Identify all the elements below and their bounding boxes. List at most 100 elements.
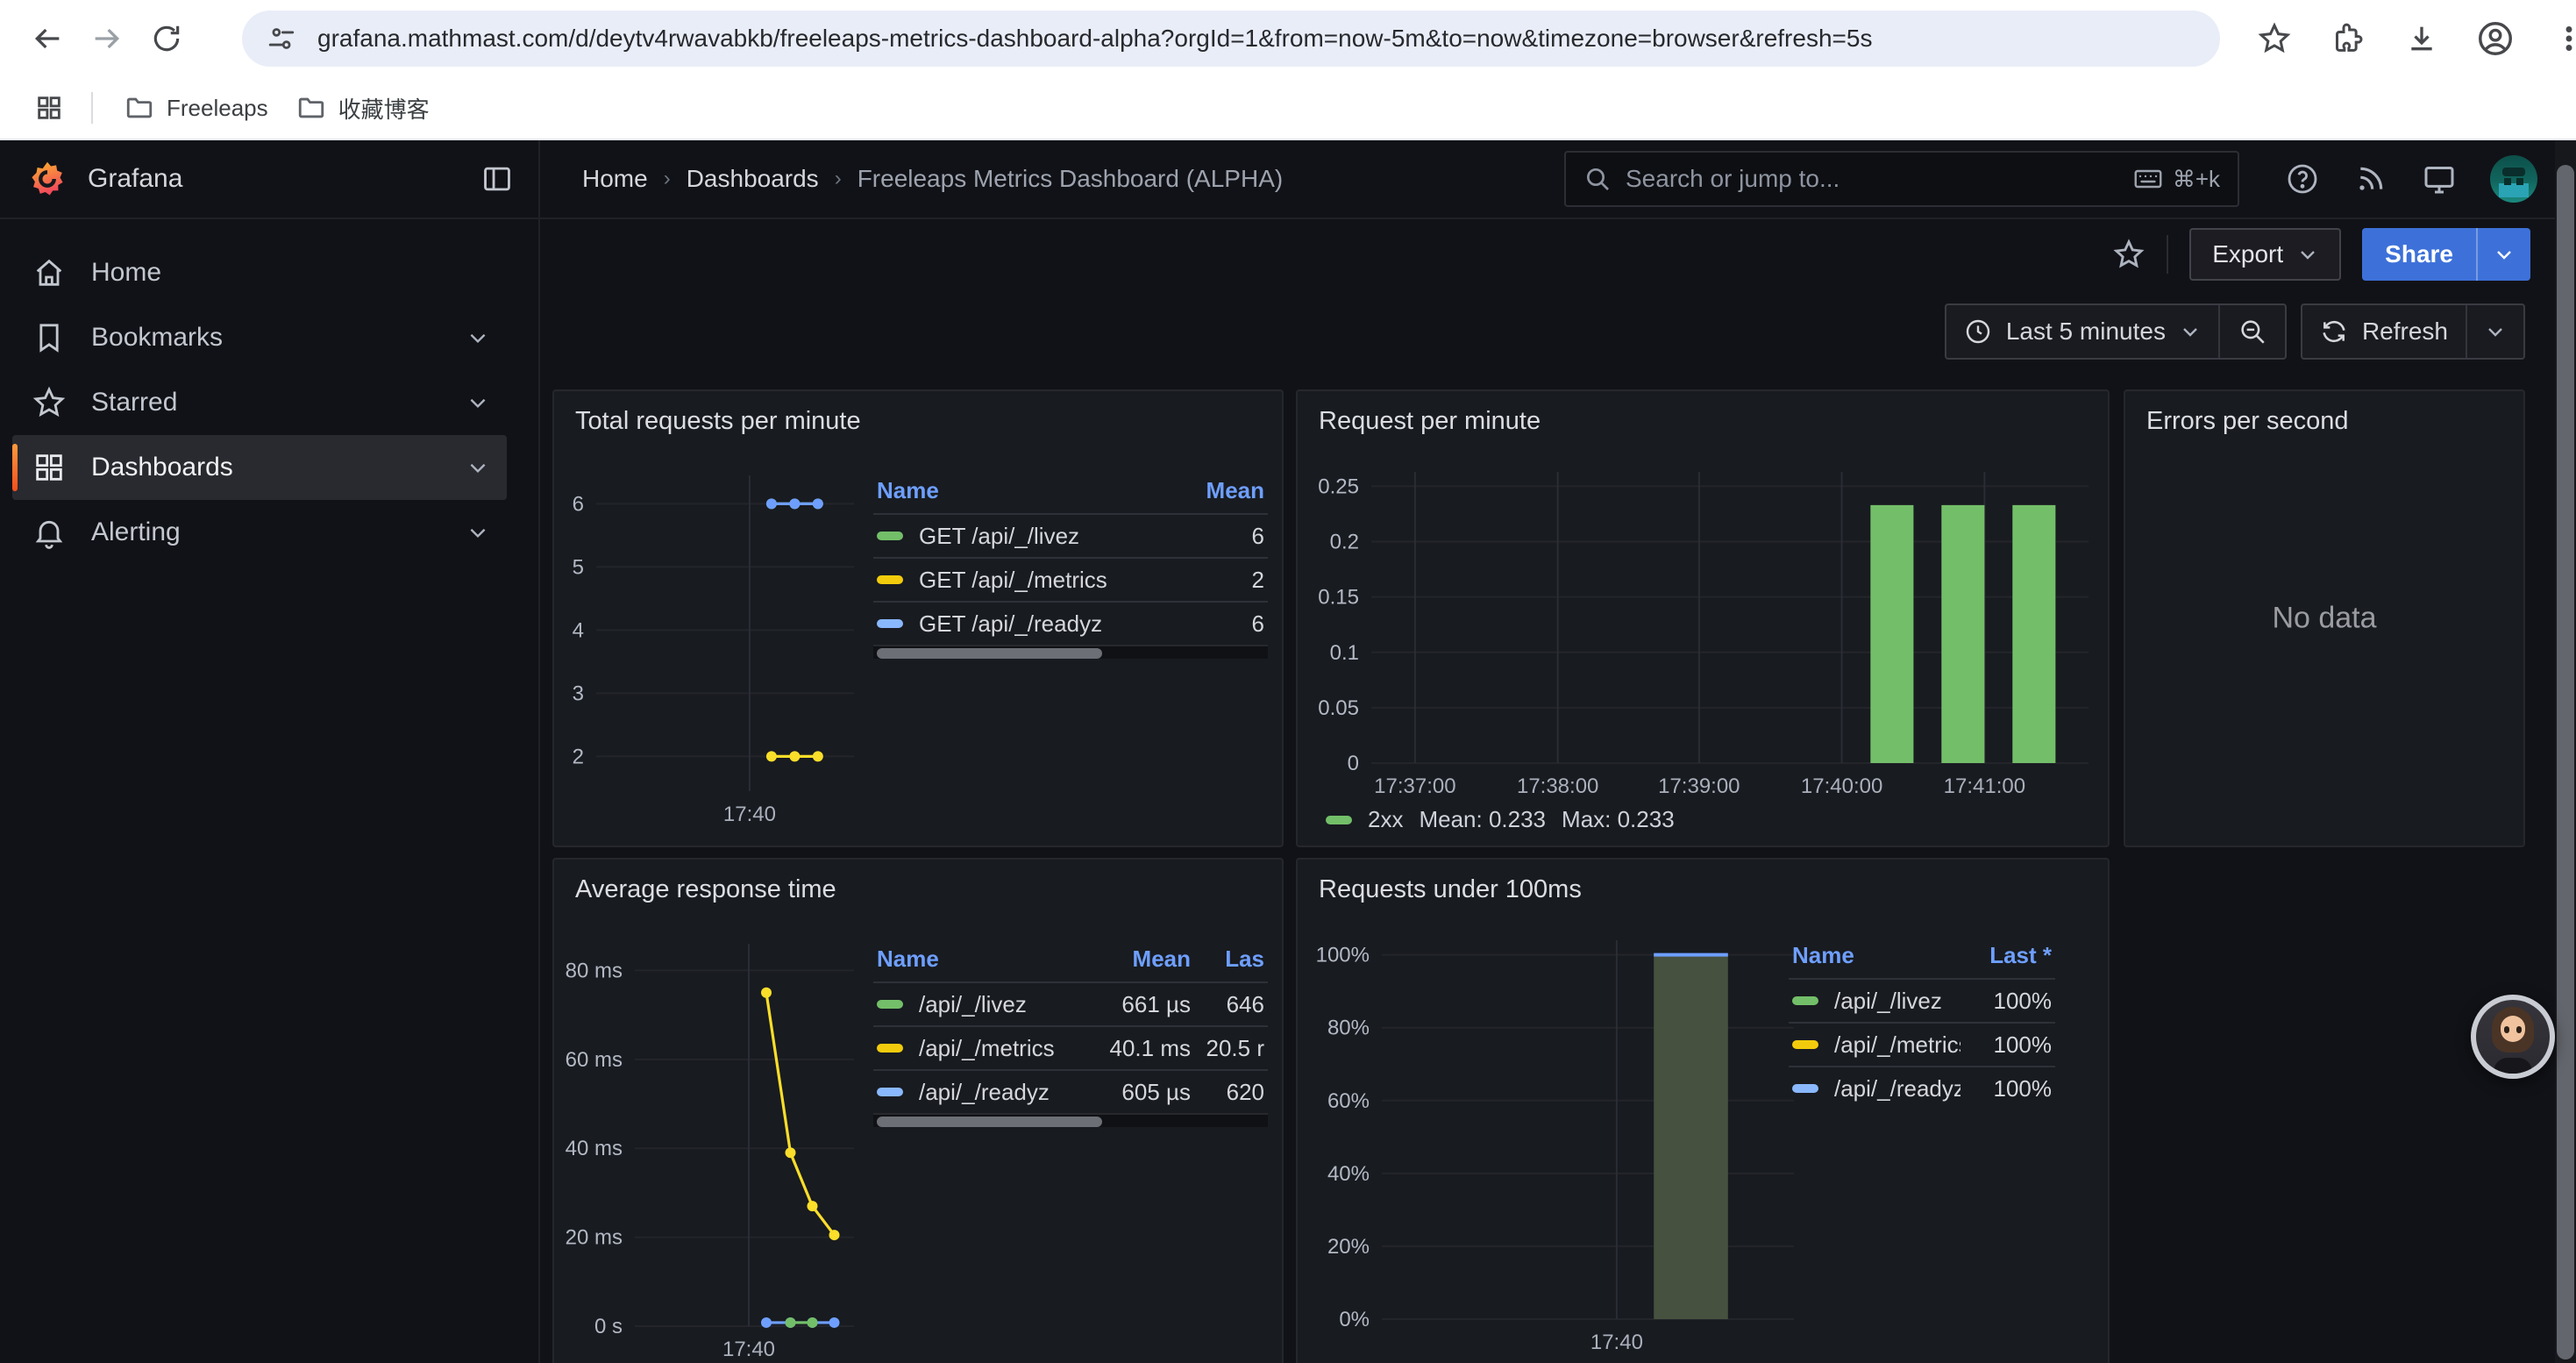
series-name[interactable]: /api/_/metrics	[1834, 1031, 1960, 1059]
legend-row[interactable]: GET /api/_/metrics 2	[873, 557, 1268, 601]
legend-row[interactable]: GET /api/_/readyz6	[873, 601, 1268, 645]
legend-request-per-minute: 2xx Mean: 0.233 Max: 0.233	[1326, 806, 1675, 833]
series-name[interactable]: /api/_/metrics	[919, 1035, 1055, 1062]
user-avatar[interactable]	[2490, 155, 2537, 203]
request-per-minute-chart[interactable]: 00.050.10.150.20.2517:37:0017:38:0017:39…	[1312, 454, 2097, 805]
search-placeholder[interactable]	[1626, 165, 2132, 193]
series-name[interactable]: /api/_/readyz	[919, 1079, 1050, 1106]
bookmark-folder-freeleaps[interactable]: Freeleaps	[110, 86, 282, 130]
url-bar[interactable]: grafana.mathmast.com/d/deytv4rwavabkb/fr…	[242, 11, 2220, 67]
time-range-group: Last 5 minutes	[1945, 303, 2287, 360]
svg-text:17:40: 17:40	[722, 1338, 775, 1361]
sidebar-toggle-icon[interactable]	[480, 162, 514, 196]
legend-column[interactable]: Mean	[1184, 477, 1264, 504]
share-menu-chevron[interactable]	[2476, 228, 2530, 281]
legend-value: 100%	[1960, 1031, 2052, 1059]
breadcrumb-home[interactable]: Home	[582, 165, 648, 193]
home-icon	[32, 255, 67, 290]
legend-row[interactable]: /api/_/livez100%	[1789, 978, 2055, 1022]
svg-text:17:40: 17:40	[723, 803, 776, 826]
chevron-down-icon[interactable]	[466, 391, 489, 414]
export-button[interactable]: Export	[2189, 228, 2341, 281]
svg-text:0.05: 0.05	[1318, 696, 1359, 720]
search-input[interactable]: ⌘+k	[1564, 151, 2239, 207]
legend-row[interactable]: /api/_/readyz100%	[1789, 1066, 2055, 1110]
monitor-icon[interactable]	[2422, 161, 2457, 196]
legend-row[interactable]: /api/_/metrics100%	[1789, 1022, 2055, 1066]
refresh-button[interactable]: Refresh	[2302, 305, 2466, 358]
back-icon[interactable]	[18, 9, 77, 68]
requests-under-100ms-chart[interactable]: 100%80%60%40%20%0%17:40	[1312, 923, 1803, 1361]
zoom-out-time-button[interactable]	[2218, 305, 2285, 358]
sidebar-item-alerting[interactable]: Alerting	[12, 500, 507, 565]
assistant-avatar[interactable]	[2471, 995, 2555, 1079]
panel-total-requests[interactable]: Total requests per minute 6543217:40 Nam…	[552, 389, 1284, 847]
reload-icon[interactable]	[137, 9, 196, 68]
legend-row[interactable]: /api/_/livez661 µs646	[873, 981, 1268, 1025]
browser-menu-icon[interactable]	[2539, 9, 2576, 68]
screen: grafana.mathmast.com/d/deytv4rwavabkb/fr…	[0, 0, 2576, 1363]
time-range-picker[interactable]: Last 5 minutes	[1946, 305, 2218, 358]
series-name[interactable]: /api/_/readyz	[1834, 1075, 1960, 1103]
scrollbar-thumb[interactable]	[2557, 165, 2574, 1359]
sidebar-item-dashboards[interactable]: Dashboards	[12, 435, 507, 500]
legend-row[interactable]: /api/_/metrics40.1 ms20.5 r	[873, 1025, 1268, 1069]
series-name[interactable]: /api/_/livez	[919, 991, 1027, 1018]
profile-icon[interactable]	[2466, 9, 2525, 68]
forward-icon[interactable]	[77, 9, 137, 68]
panel-request-per-minute[interactable]: Request per minute 00.050.10.150.20.2517…	[1296, 389, 2110, 847]
breadcrumb-current: Freeleaps Metrics Dashboard (ALPHA)	[857, 165, 1284, 193]
series-name[interactable]: /api/_/livez	[1834, 988, 1942, 1015]
share-button[interactable]: Share	[2362, 228, 2530, 281]
url-text: grafana.mathmast.com/d/deytv4rwavabkb/fr…	[317, 25, 1872, 53]
actions-divider	[2167, 235, 2168, 274]
panel-title: Total requests per minute	[554, 391, 1282, 436]
series-name[interactable]: GET /api/_/metrics	[919, 567, 1107, 594]
chevron-down-icon[interactable]	[466, 326, 489, 349]
sidebar-item-bookmarks[interactable]: Bookmarks	[12, 305, 507, 370]
total-requests-chart[interactable]: 6543217:40	[565, 458, 863, 833]
svg-text:80%: 80%	[1327, 1017, 1370, 1040]
legend-column[interactable]: Last *	[1960, 942, 2052, 969]
legend-value: 20.5 r	[1191, 1035, 1264, 1062]
chevron-down-icon[interactable]	[466, 456, 489, 479]
apps-grid-icon[interactable]	[25, 83, 74, 132]
chevron-down-icon[interactable]	[466, 521, 489, 544]
average-response-time-chart[interactable]: 80 ms60 ms40 ms20 ms0 s17:40	[565, 926, 863, 1363]
panel-requests-under-100ms[interactable]: Requests under 100ms 100%80%60%40%20%0%1…	[1296, 858, 2110, 1363]
browser-chrome: grafana.mathmast.com/d/deytv4rwavabkb/fr…	[0, 0, 2576, 140]
extensions-icon[interactable]	[2318, 9, 2378, 68]
svg-text:0.15: 0.15	[1318, 586, 1359, 610]
legend-column[interactable]: Las	[1191, 946, 1264, 973]
sidebar: HomeBookmarksStarredDashboardsAlerting	[0, 219, 540, 1363]
bookmark-star-icon[interactable]	[2245, 9, 2304, 68]
refresh-interval-chevron[interactable]	[2466, 305, 2523, 358]
help-icon[interactable]	[2285, 161, 2320, 196]
news-rss-icon[interactable]	[2353, 161, 2388, 196]
legend-value: 2	[1184, 567, 1264, 594]
legend-scrollbar[interactable]	[873, 1113, 1268, 1127]
sidebar-item-starred[interactable]: Starred	[12, 370, 507, 435]
legend-column[interactable]: Mean	[1085, 946, 1191, 973]
panel-errors-per-second[interactable]: Errors per second No data	[2124, 389, 2525, 847]
breadcrumb-separator: ›	[664, 167, 671, 191]
series-name[interactable]: 2xx	[1368, 806, 1403, 833]
dashboard-canvas: Last 5 minutes Refresh	[540, 289, 2576, 1363]
bookmark-icon	[32, 320, 67, 355]
page-scrollbar[interactable]	[2555, 140, 2576, 1363]
breadcrumb-dashboards[interactable]: Dashboards	[687, 165, 819, 193]
bookmark-folder-blogs[interactable]: 收藏博客	[282, 85, 444, 132]
series-name[interactable]: GET /api/_/readyz	[919, 610, 1102, 638]
browser-toolbar: grafana.mathmast.com/d/deytv4rwavabkb/fr…	[0, 0, 2576, 77]
legend-row[interactable]: GET /api/_/livez6	[873, 513, 1268, 557]
panel-average-response-time[interactable]: Average response time 80 ms60 ms40 ms20 …	[552, 858, 1284, 1363]
toolbar-actions	[2245, 9, 2576, 68]
sidebar-item-home[interactable]: Home	[12, 240, 507, 305]
star-dashboard-icon[interactable]	[2112, 238, 2145, 271]
legend-row[interactable]: /api/_/readyz605 µs620	[873, 1069, 1268, 1113]
legend-scrollbar[interactable]	[873, 645, 1268, 659]
series-name[interactable]: GET /api/_/livez	[919, 523, 1079, 550]
svg-text:0.2: 0.2	[1330, 531, 1359, 554]
download-icon[interactable]	[2392, 9, 2451, 68]
chevron-down-icon	[2485, 321, 2506, 342]
